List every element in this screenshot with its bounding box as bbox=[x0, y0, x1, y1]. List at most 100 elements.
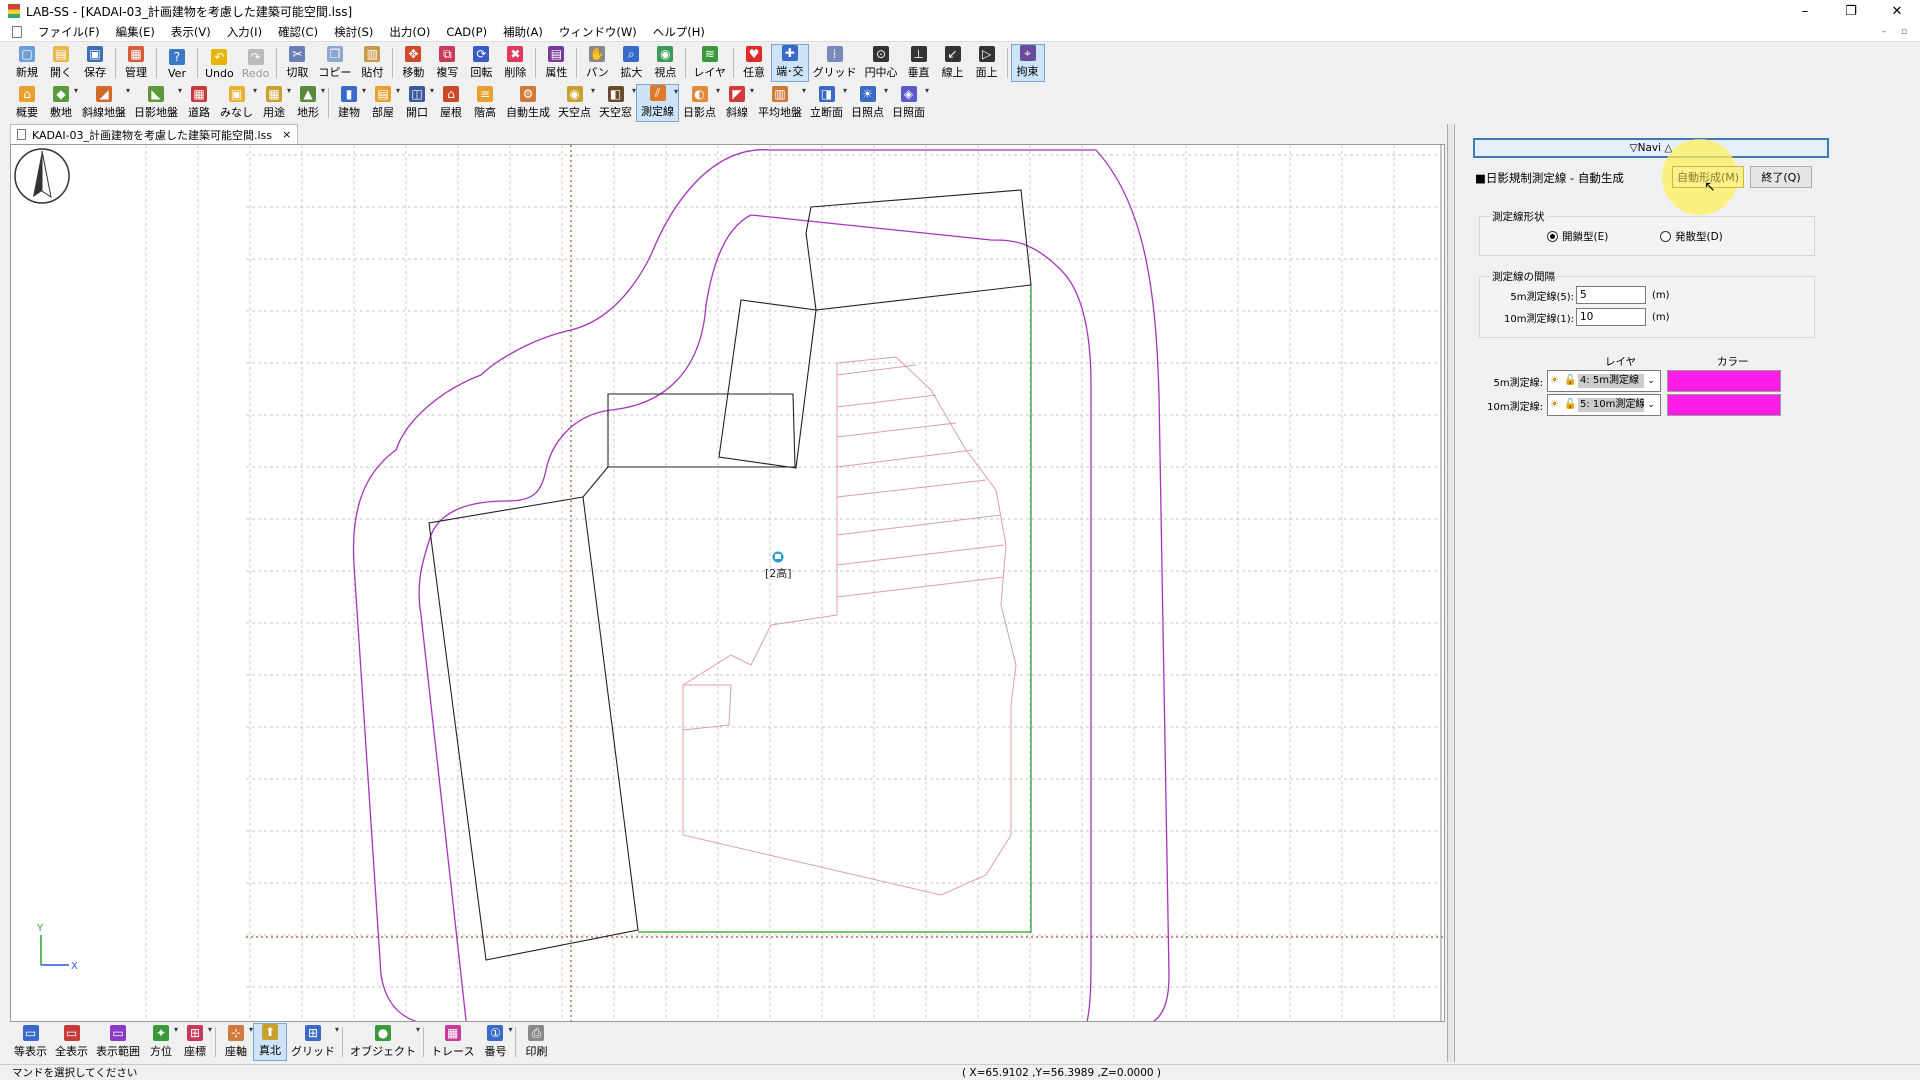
viewpoint-button[interactable]: ◉ 視点 bbox=[648, 44, 682, 82]
road-edge[interactable] bbox=[638, 285, 1032, 933]
section-button[interactable]: ◨ 立断面 bbox=[806, 84, 847, 122]
on-line-button[interactable]: ↙ 線上 bbox=[936, 44, 970, 82]
navi-header[interactable]: ▽Navi △ bbox=[1473, 138, 1829, 158]
object-button[interactable]: ● オブジェクト bbox=[346, 1023, 420, 1061]
open-button[interactable]: ▤ 開く bbox=[44, 44, 78, 82]
menu-item-1[interactable]: 編集(E) bbox=[108, 24, 163, 40]
overview-button[interactable]: ⌂ 概要 bbox=[10, 84, 44, 122]
road-button[interactable]: ▦ 道路 bbox=[182, 84, 216, 122]
sky-window-button[interactable]: ◧ 天空窓 bbox=[595, 84, 636, 122]
deemed-button[interactable]: ▣ みなし bbox=[216, 84, 257, 122]
roof-button[interactable]: ⌂ 屋根 bbox=[434, 84, 468, 122]
menu-item-0[interactable]: ファイル(F) bbox=[30, 24, 108, 40]
cut-button[interactable]: ✂ 切取 bbox=[280, 44, 314, 82]
copy-button[interactable]: ❐ コピー bbox=[314, 44, 355, 82]
site-outline-main[interactable] bbox=[428, 466, 639, 961]
delete-button[interactable]: ✖ 削除 bbox=[498, 44, 532, 82]
drawing-canvas[interactable]: [2高] Y X bbox=[10, 144, 1445, 1022]
grid-snap-button[interactable]: ⁞ グリッド bbox=[809, 44, 861, 82]
mdi-minimize-button[interactable]: – bbox=[1876, 25, 1892, 39]
grid-button[interactable]: ⊞ グリッド bbox=[287, 1023, 339, 1061]
zoom-button[interactable]: ⌕ 拡大 bbox=[614, 44, 648, 82]
five-m-interval-input[interactable] bbox=[1576, 286, 1646, 304]
menu-item-7[interactable]: CAD(P) bbox=[438, 25, 495, 39]
closed-shape-radio[interactable]: 開鎖型(E) bbox=[1547, 229, 1608, 244]
measure-line-5m[interactable] bbox=[418, 214, 1092, 1022]
perpendicular-button[interactable]: ⊥ 垂直 bbox=[902, 44, 936, 82]
building-marker[interactable] bbox=[771, 550, 785, 564]
shadow-ground-button[interactable]: ◣ 日影地盤 bbox=[130, 84, 182, 122]
number-button[interactable]: ① 番号 bbox=[478, 1023, 512, 1061]
rotate-button[interactable]: ⟳ 回転 bbox=[464, 44, 498, 82]
print-button[interactable]: ⎙ 印刷 bbox=[519, 1023, 553, 1061]
orientation-button[interactable]: ✦ 方位 bbox=[144, 1023, 178, 1061]
open-shape-radio[interactable]: 発散型(D) bbox=[1660, 229, 1723, 244]
document-tab[interactable]: KADAI-03_計画建物を考慮した建築可能空間.lss × bbox=[10, 124, 299, 144]
ten-m-color-swatch[interactable] bbox=[1667, 394, 1781, 416]
measure-line-10m[interactable] bbox=[352, 149, 1170, 1022]
on-face-button[interactable]: ▷ 面上 bbox=[970, 44, 1004, 82]
move-button[interactable]: ✥ 移動 bbox=[396, 44, 430, 82]
ten-m-interval-input[interactable] bbox=[1576, 308, 1646, 326]
room-button[interactable]: ▤ 部屋 bbox=[366, 84, 400, 122]
end-button[interactable]: 終了(Q) bbox=[1750, 166, 1812, 188]
usage-button[interactable]: ▦ 用途 bbox=[257, 84, 291, 122]
building-outline[interactable] bbox=[718, 299, 817, 469]
shadow-point-button[interactable]: ◐ 日影点 bbox=[679, 84, 720, 122]
menu-item-9[interactable]: ウィンドウ(W) bbox=[551, 24, 645, 40]
version-button[interactable]: ? Ver bbox=[160, 44, 194, 82]
menu-item-6[interactable]: 出力(O) bbox=[381, 24, 438, 40]
menu-item-3[interactable]: 入力(I) bbox=[219, 24, 270, 40]
site-button[interactable]: ◆ 敷地 bbox=[44, 84, 78, 122]
site-boundary[interactable] bbox=[805, 189, 1032, 311]
restore-button[interactable]: ❐ bbox=[1828, 0, 1874, 22]
document-icon[interactable] bbox=[12, 25, 22, 38]
minimize-button[interactable]: – bbox=[1782, 0, 1828, 22]
save-button[interactable]: ▣ 保存 bbox=[78, 44, 112, 82]
circle-center-button[interactable]: ⊙ 円中心 bbox=[861, 44, 902, 82]
slant-ground-button[interactable]: ◢ 斜線地盤 bbox=[78, 84, 130, 122]
terrain-button[interactable]: ▲ 地形 bbox=[291, 84, 325, 122]
average-ground-button[interactable]: ▥ 平均地盤 bbox=[754, 84, 806, 122]
manage-button[interactable]: ▦ 管理 bbox=[119, 44, 153, 82]
five-m-layer-select[interactable]: ☀ 🔓 4: 5m測定線 ⌄ bbox=[1547, 370, 1661, 392]
measure-line-button[interactable]: ⫽ 測定線 bbox=[636, 84, 679, 122]
true-north-button[interactable]: ⬆ 真北 bbox=[253, 1023, 287, 1061]
sunlight-point-button[interactable]: ☀ 日照点 bbox=[847, 84, 888, 122]
layer-button[interactable]: ≋ レイヤ bbox=[689, 44, 730, 82]
menu-item-10[interactable]: ヘルプ(H) bbox=[645, 24, 713, 40]
five-m-color-swatch[interactable] bbox=[1667, 370, 1781, 392]
auto-generate-button[interactable]: ⚙ 自動生成 bbox=[502, 84, 554, 122]
menu-item-8[interactable]: 補助(A) bbox=[495, 24, 551, 40]
menu-item-4[interactable]: 確認(C) bbox=[270, 24, 326, 40]
paste-button[interactable]: ▥ 貼付 bbox=[355, 44, 389, 82]
new-button[interactable]: ▢ 新規 bbox=[10, 44, 44, 82]
building-button[interactable]: ▮ 建物 bbox=[332, 84, 366, 122]
pan-button[interactable]: ✋ パン bbox=[580, 44, 614, 82]
endpoint-button[interactable]: ✚ 端･交 bbox=[771, 44, 809, 82]
display-range-button[interactable]: ▭ 表示範囲 bbox=[92, 1023, 144, 1061]
floor-height-button[interactable]: ≡ 階高 bbox=[468, 84, 502, 122]
menu-item-5[interactable]: 検討(S) bbox=[326, 24, 381, 40]
slant-line-button[interactable]: ◤ 斜線 bbox=[720, 84, 754, 122]
constraint-button[interactable]: ⌖ 拘束 bbox=[1010, 44, 1045, 82]
north-compass[interactable] bbox=[14, 148, 70, 204]
menu-item-2[interactable]: 表示(V) bbox=[163, 24, 219, 40]
close-tab-icon[interactable]: × bbox=[282, 128, 291, 141]
sunlight-face-button[interactable]: ◈ 日照面 bbox=[888, 84, 929, 122]
panel-splitter[interactable] bbox=[1447, 124, 1453, 1062]
opening-button[interactable]: ◫ 開口 bbox=[400, 84, 434, 122]
display-button[interactable]: ▭ 等表示 bbox=[10, 1023, 51, 1061]
axis-button[interactable]: ⊹ 座軸 bbox=[219, 1023, 253, 1061]
trace-button[interactable]: ▦ トレース bbox=[427, 1023, 478, 1061]
redo-button[interactable]: ↷ Redo bbox=[238, 44, 274, 82]
undo-button[interactable]: ↶ Undo bbox=[201, 44, 238, 82]
coordinate-button[interactable]: ⊞ 座標 bbox=[178, 1023, 212, 1061]
sky-point-button[interactable]: ◉ 天空点 bbox=[554, 84, 595, 122]
mdi-restore-button[interactable]: ▫ bbox=[1896, 25, 1912, 39]
show-all-button[interactable]: ▭ 全表示 bbox=[51, 1023, 92, 1061]
free-point-button[interactable]: ♥ 任意 bbox=[737, 44, 771, 82]
close-button[interactable]: ✕ bbox=[1874, 0, 1920, 22]
attribute-button[interactable]: ▤ 属性 bbox=[539, 44, 573, 82]
ten-m-layer-select[interactable]: ☀ 🔓 5: 10m測定線 ⌄ bbox=[1547, 394, 1661, 416]
